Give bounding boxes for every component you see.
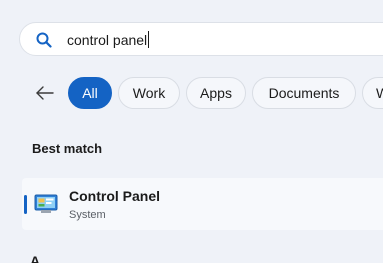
filter-chip-label: W xyxy=(376,85,383,101)
text-caret xyxy=(148,31,150,48)
search-input[interactable]: control panel xyxy=(67,31,150,48)
result-title: Control Panel xyxy=(69,188,161,204)
section-heading-best-match: Best match xyxy=(32,141,103,156)
best-match-result[interactable]: Control Panel System xyxy=(22,178,383,230)
filter-chip-web[interactable]: W xyxy=(362,77,383,109)
filter-chip-apps[interactable]: Apps xyxy=(186,77,246,109)
control-panel-icon xyxy=(34,194,58,213)
search-icon xyxy=(36,32,52,48)
selection-indicator xyxy=(24,195,27,214)
filter-chip-all[interactable]: All xyxy=(68,77,112,109)
start-search-panel: control panel All Work Apps Documents W … xyxy=(0,0,383,263)
filter-chip-label: Work xyxy=(132,85,166,101)
filter-chip-label: Apps xyxy=(200,85,232,101)
back-arrow-icon[interactable] xyxy=(34,82,56,104)
filter-chip-work[interactable]: Work xyxy=(118,77,180,109)
next-section-heading-partial: A xyxy=(30,253,41,263)
filter-chip-label: All xyxy=(82,85,98,101)
search-box[interactable]: control panel xyxy=(19,22,383,56)
result-subtitle: System xyxy=(69,209,106,221)
filter-chip-documents[interactable]: Documents xyxy=(252,77,356,109)
filter-chip-label: Documents xyxy=(268,85,340,101)
